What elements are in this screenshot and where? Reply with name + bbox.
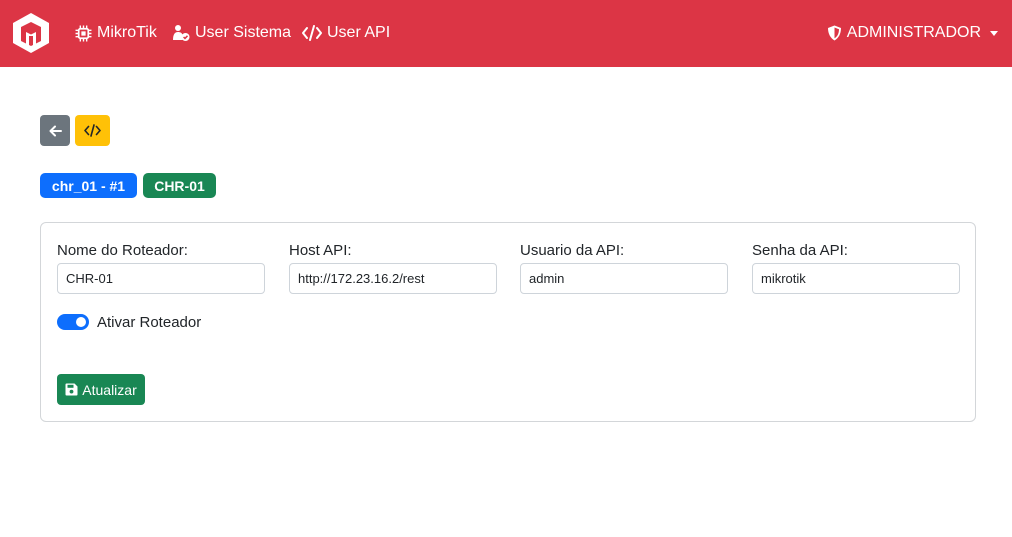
shield-icon: [827, 25, 841, 41]
chip-icon: [75, 25, 92, 41]
api-password-input[interactable]: [752, 263, 960, 294]
update-button[interactable]: Atualizar: [57, 374, 145, 405]
caret-down-icon: [990, 30, 998, 36]
router-name-label: Nome do Roteador:: [57, 242, 188, 259]
router-name-input[interactable]: [57, 263, 265, 294]
switch-knob: [76, 317, 86, 327]
router-id-badge: chr_01 - #1: [40, 173, 137, 198]
enable-router-label: Ativar Roteador: [97, 314, 202, 331]
router-name-badge: CHR-01: [143, 173, 216, 198]
nav-link-label: User Sistema: [195, 24, 292, 41]
save-icon: [65, 383, 78, 396]
nav-link-mikrotik[interactable]: MikroTik: [75, 22, 157, 44]
user-menu-label: ADMINISTRADOR: [846, 24, 981, 41]
api-user-label: Usuario da API:: [520, 242, 625, 259]
host-api-label: Host API:: [289, 242, 352, 259]
update-button-label: Atualizar: [82, 381, 137, 398]
user-menu-dropdown[interactable]: ADMINISTRADOR: [827, 22, 998, 44]
nav-link-user-api[interactable]: User API: [302, 22, 390, 44]
api-password-label: Senha da API:: [752, 242, 848, 259]
api-code-button[interactable]: [75, 115, 110, 146]
arrow-left-icon: [49, 125, 62, 136]
nav-link-label: User API: [327, 24, 391, 41]
top-navbar: MikroTik User Sistema User API ADMINISTR…: [0, 0, 1012, 67]
user-check-icon: [173, 25, 190, 41]
code-icon: [84, 124, 101, 137]
back-button[interactable]: [40, 115, 70, 146]
enable-router-switch[interactable]: [57, 314, 89, 330]
nav-link-user-sistema[interactable]: User Sistema: [172, 22, 291, 44]
code-icon: [302, 25, 322, 41]
nav-link-label: MikroTik: [97, 24, 157, 41]
host-api-input[interactable]: [289, 263, 497, 294]
api-user-input[interactable]: [520, 263, 728, 294]
mikrotik-logo-icon[interactable]: [11, 12, 51, 54]
